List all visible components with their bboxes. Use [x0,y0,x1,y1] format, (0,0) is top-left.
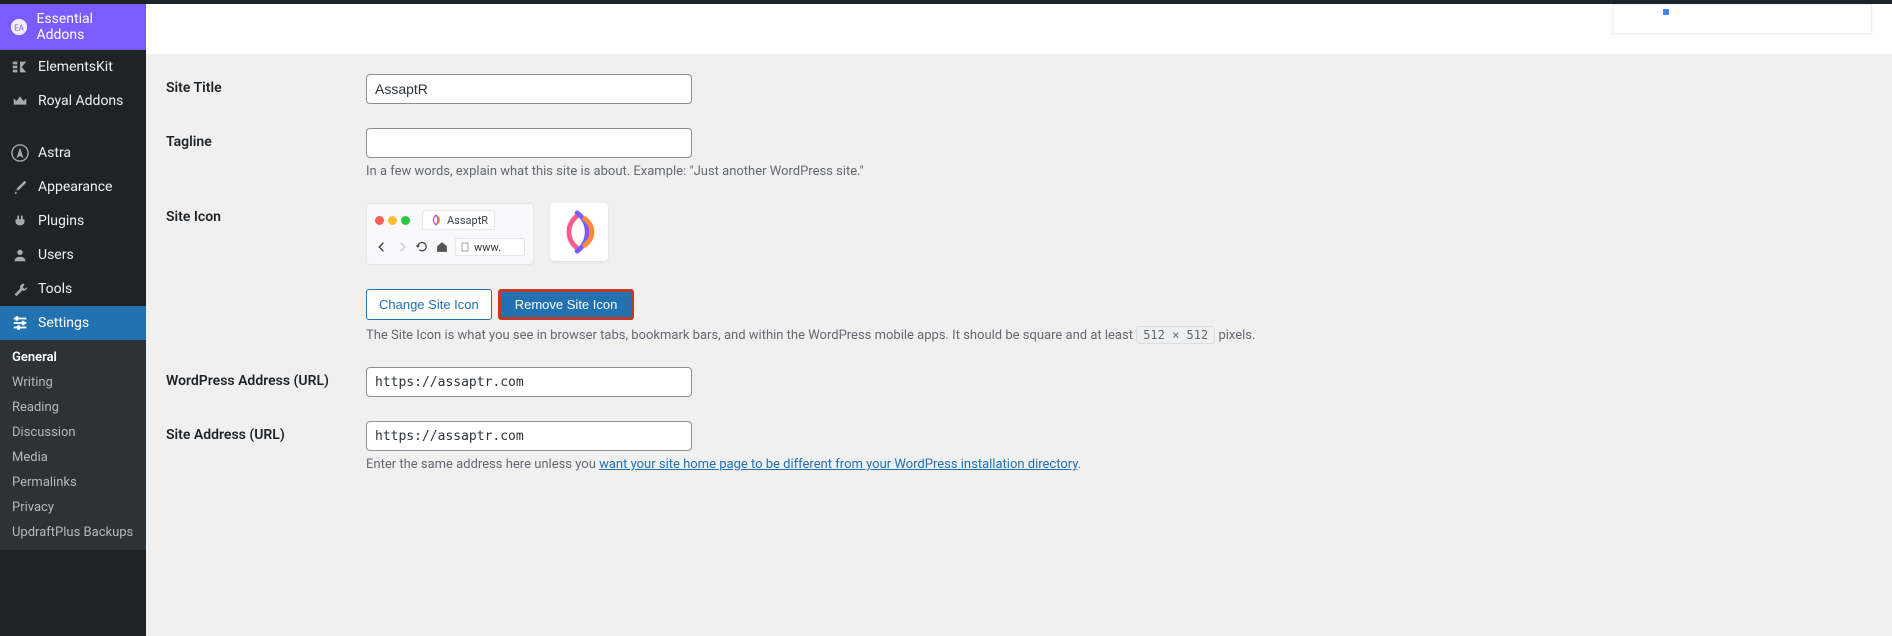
traffic-green-icon [401,216,410,225]
home-icon [435,240,449,254]
site-icon-label: Site Icon [166,203,366,225]
sidebar-item-tools[interactable]: Tools [0,272,146,306]
settings-submenu: General Writing Reading Discussion Media… [0,340,146,550]
astra-icon [10,143,30,163]
browser-tab-label: AssaptR [447,214,488,227]
traffic-red-icon [375,216,384,225]
browser-tab: AssaptR [422,210,495,230]
url-field: www. [455,238,525,256]
sidebar-item-settings[interactable]: Settings [0,306,146,340]
change-site-icon-button[interactable]: Change Site Icon [366,289,492,320]
site-icon-preview: AssaptR www. [366,203,608,265]
sidebar-item-label: Users [38,247,74,263]
site-title-label: Site Title [166,74,366,96]
sidebar-item-label: Plugins [38,213,84,229]
sidebar-item-label: Tools [38,281,72,297]
browser-mock: AssaptR www. [366,203,534,265]
sidebar-item-label: Astra [38,145,71,161]
admin-sidebar: EA Essential Addons ElementsKit Royal Ad… [0,4,146,636]
svg-text:EA: EA [14,23,25,33]
tagline-description: In a few words, explain what this site i… [366,164,1872,179]
remove-highlight: Remove Site Icon [498,289,635,320]
submenu-item-privacy[interactable]: Privacy [0,495,146,520]
sidebar-item-royal-addons[interactable]: Royal Addons [0,84,146,118]
submenu-item-reading[interactable]: Reading [0,395,146,420]
site-address-link[interactable]: want your site home page to be different… [599,457,1078,472]
traffic-yellow-icon [388,216,397,225]
favicon-small-icon [429,213,443,227]
remove-site-icon-button[interactable]: Remove Site Icon [501,292,632,317]
ea-icon: EA [10,17,28,37]
sidebar-item-label: Essential Addons [36,11,136,43]
sidebar-item-essential-addons[interactable]: EA Essential Addons [0,4,146,50]
sidebar-item-label: Royal Addons [38,93,123,109]
wp-address-label: WordPress Address (URL) [166,367,366,389]
preview-card [1612,4,1872,34]
submenu-item-writing[interactable]: Writing [0,370,146,395]
plug-icon [10,211,30,231]
settings-content: Site Title Tagline In a few words, expla… [146,4,1892,636]
brush-icon [10,177,30,197]
submenu-item-permalinks[interactable]: Permalinks [0,470,146,495]
ek-icon [10,57,30,77]
reload-icon [415,240,429,254]
wp-address-input[interactable] [366,367,692,397]
submenu-item-media[interactable]: Media [0,445,146,470]
submenu-item-general[interactable]: General [0,345,146,370]
forward-arrow-icon [395,240,409,254]
sidebar-item-astra[interactable]: Astra [0,136,146,170]
crown-icon [10,91,30,111]
site-address-label: Site Address (URL) [166,421,366,443]
submenu-item-discussion[interactable]: Discussion [0,420,146,445]
sidebar-item-elementskit[interactable]: ElementsKit [0,50,146,84]
page-icon [460,242,470,252]
site-address-input[interactable] [366,421,692,451]
top-banner [146,4,1892,54]
sidebar-item-users[interactable]: Users [0,238,146,272]
favicon-large [550,203,608,261]
sidebar-item-appearance[interactable]: Appearance [0,170,146,204]
site-title-input[interactable] [366,74,692,104]
sidebar-item-label: Settings [38,315,89,331]
back-arrow-icon [375,240,389,254]
tagline-label: Tagline [166,128,366,150]
tagline-input[interactable] [366,128,692,158]
wrench-icon [10,279,30,299]
site-address-description: Enter the same address here unless you w… [366,457,1872,472]
users-icon [10,245,30,265]
sidebar-item-plugins[interactable]: Plugins [0,204,146,238]
favicon-large-icon [556,209,602,255]
site-icon-description: The Site Icon is what you see in browser… [366,328,1872,343]
sliders-icon [10,313,30,333]
submenu-item-updraftplus[interactable]: UpdraftPlus Backups [0,520,146,545]
sidebar-item-label: Appearance [38,179,112,195]
size-code: 512 × 512 [1136,326,1215,344]
sidebar-item-label: ElementsKit [38,59,113,75]
